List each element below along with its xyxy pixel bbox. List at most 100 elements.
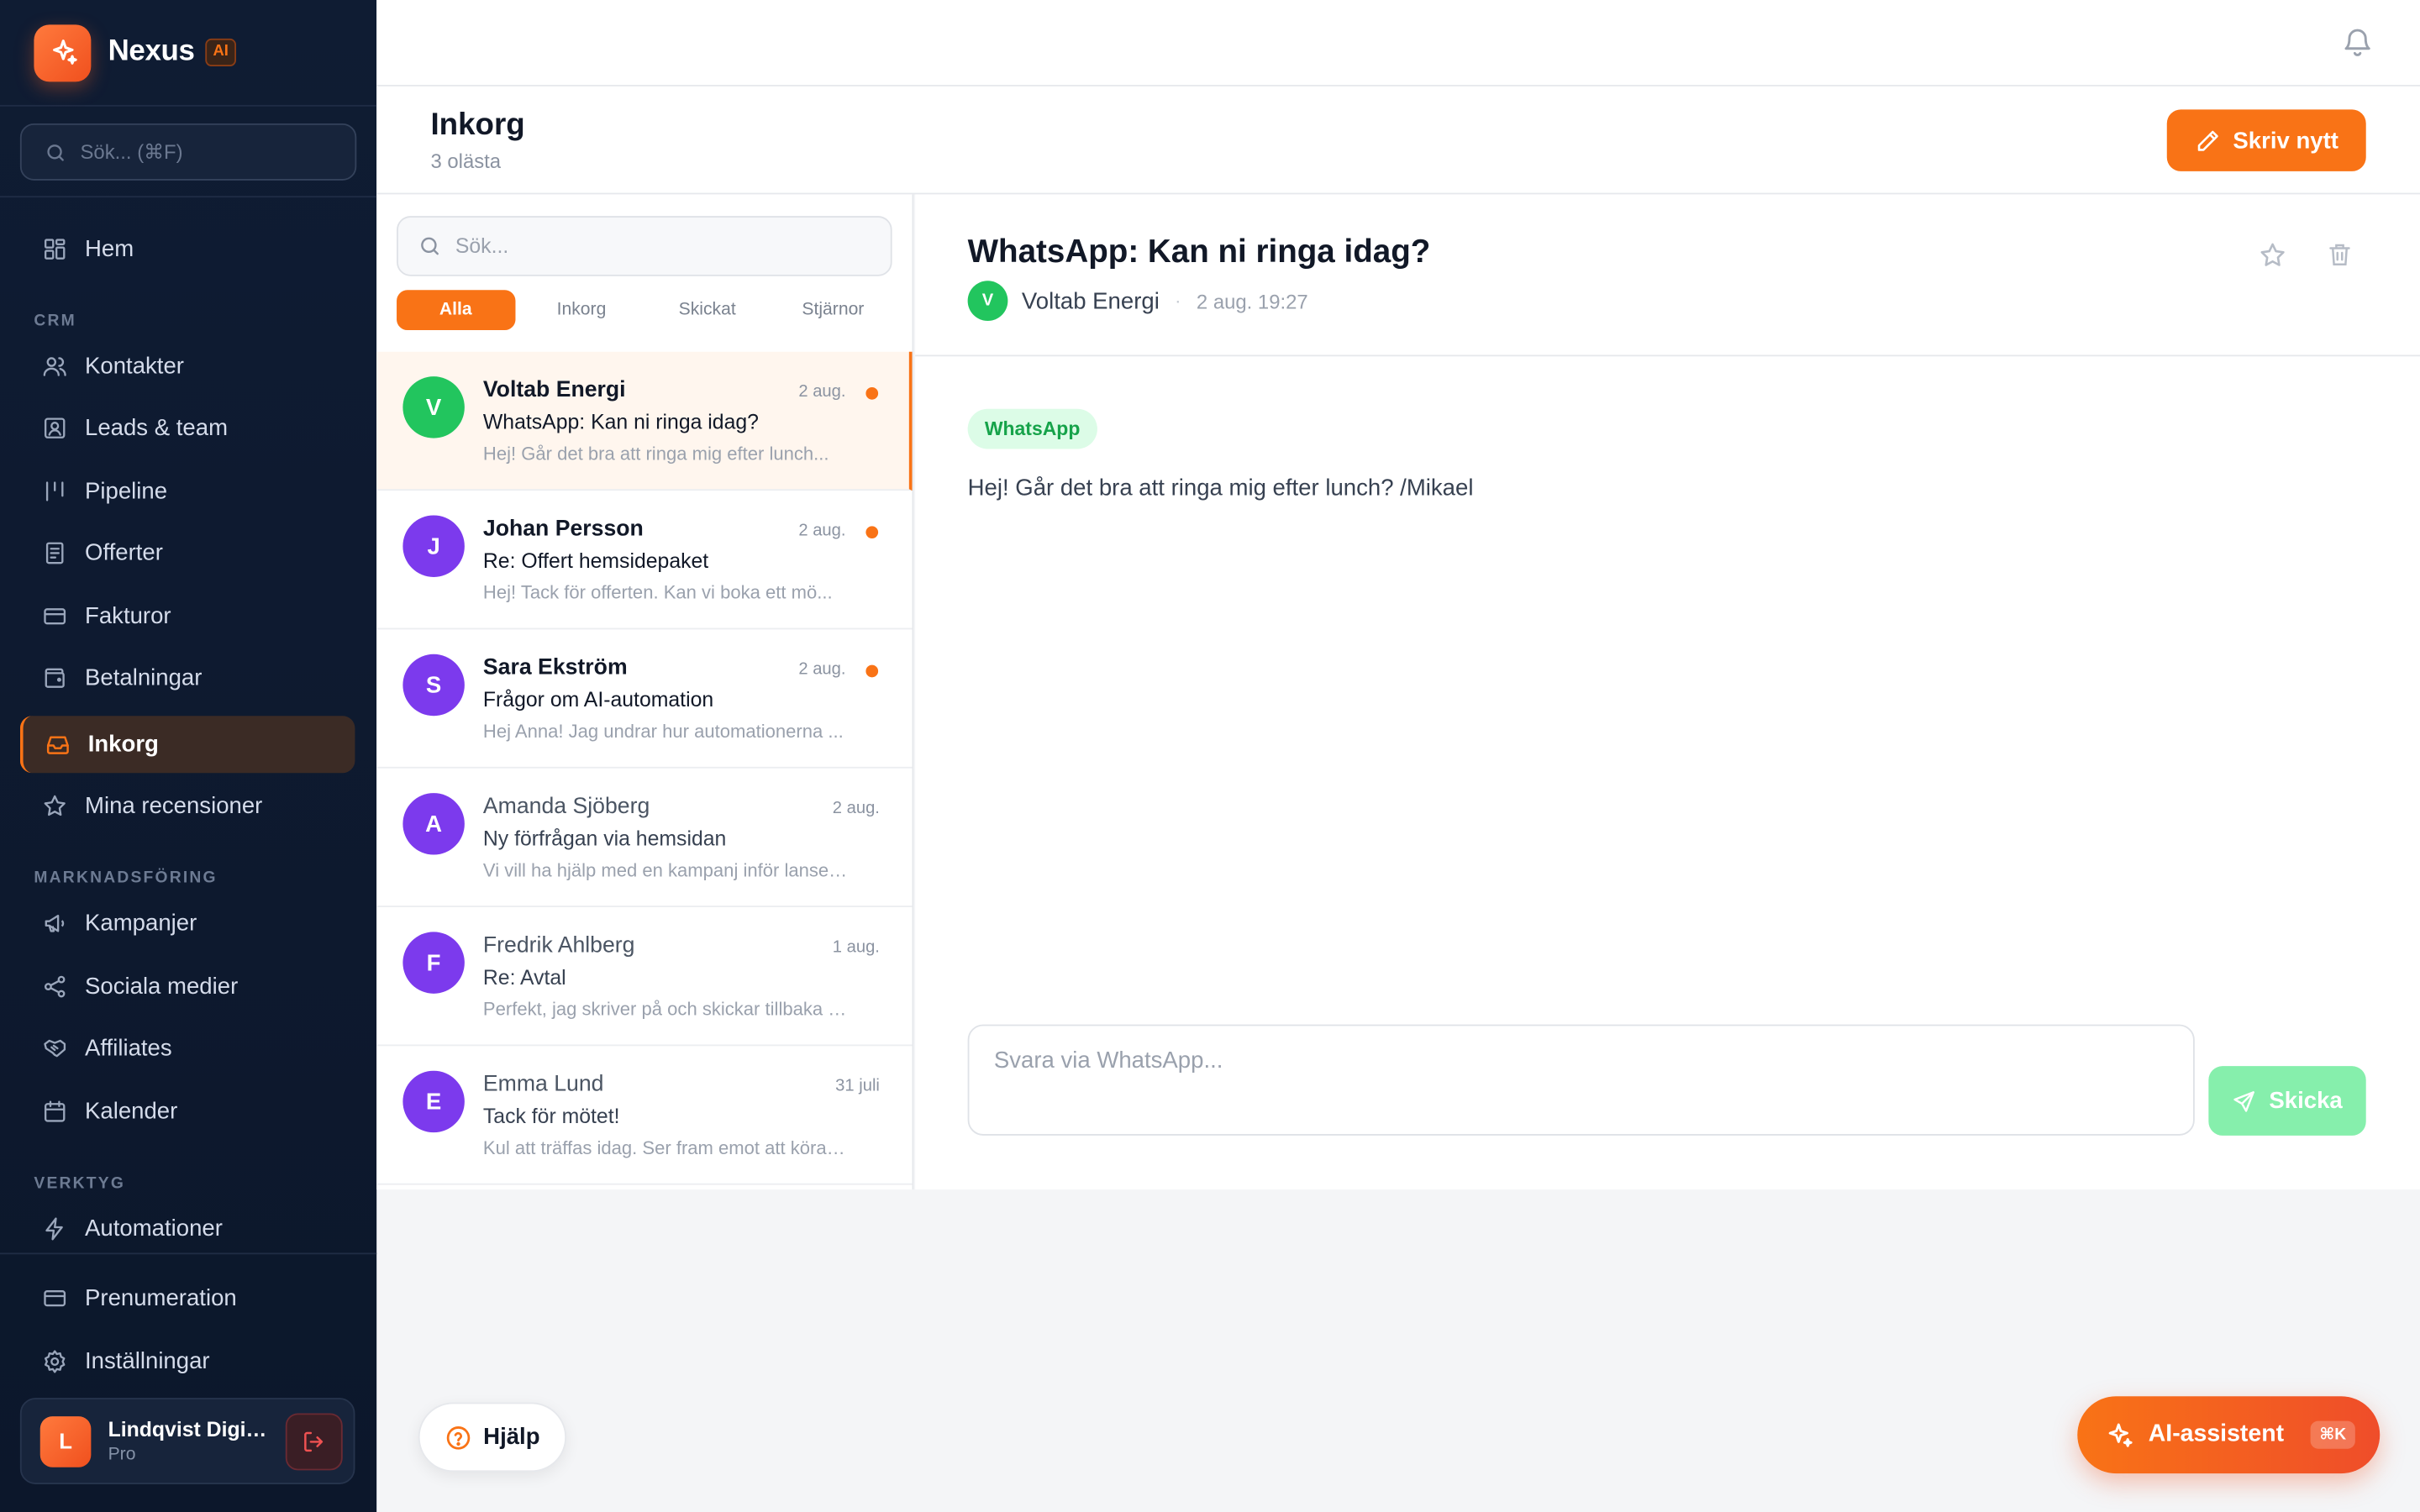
list-item[interactable]: A Amanda Sjöberg 2 aug. Ny förfrågan via…	[376, 769, 913, 907]
star-icon	[40, 792, 68, 820]
reply-input[interactable]	[993, 1047, 2169, 1113]
sidebar-item-label: Fakturor	[85, 603, 171, 630]
message-list: V Voltab Energi 2 aug. WhatsApp: Kan ni …	[376, 351, 913, 1185]
message-subject: Frågor om AI-automation	[482, 688, 714, 711]
ai-assistant-label: AI-assistent	[2148, 1420, 2285, 1447]
detail-sender: Voltab Energi	[1021, 287, 1160, 314]
message-date: 31 juli	[835, 1077, 880, 1096]
help-label: Hjälp	[483, 1424, 540, 1451]
sparkle-icon	[2105, 1420, 2134, 1450]
message-date: 2 aug.	[798, 382, 846, 402]
account-card[interactable]: L Lindqvist Digit... Pro	[19, 1398, 355, 1484]
send-button[interactable]: Skicka	[2208, 1066, 2366, 1136]
sidebar-item-label: Kontakter	[85, 353, 184, 380]
message-sender: Johan Persson	[482, 517, 644, 542]
message-preview: Kul att träffas idag. Ser fram emot att …	[482, 1137, 848, 1159]
list-item[interactable]: V Voltab Energi 2 aug. WhatsApp: Kan ni …	[376, 351, 913, 491]
lightning-icon	[40, 1215, 68, 1242]
sidebar-item-leads[interactable]: Leads & team	[20, 400, 355, 457]
filter-tabs: Alla Inkorg Skickat Stjärnor	[397, 290, 892, 331]
send-icon	[2232, 1089, 2256, 1113]
list-item[interactable]: E Emma Lund 31 juli Tack för mötet! Kul …	[376, 1046, 913, 1185]
meta-separator: ·	[1175, 290, 1181, 312]
message-detail: WhatsApp: Kan ni ringa idag? V Voltab En…	[915, 194, 2420, 1190]
detail-header: WhatsApp: Kan ni ringa idag? V Voltab En…	[915, 194, 2420, 357]
sidebar-item-automationer[interactable]: Automationer	[20, 1200, 355, 1257]
message-body: Hej! Går det bra att ringa mig efter lun…	[967, 475, 1474, 501]
tab-stjarnor[interactable]: Stjärnor	[774, 290, 892, 330]
sidebar-item-offerter[interactable]: Offerter	[20, 524, 355, 581]
message-subject: WhatsApp: Kan ni ringa idag?	[482, 410, 759, 434]
users-icon	[40, 353, 68, 381]
list-item[interactable]: S Sara Ekström 2 aug. Frågor om AI-autom…	[376, 629, 913, 769]
list-item[interactable]: F Fredrik Ahlberg 1 aug. Re: Avtal Perfe…	[376, 907, 913, 1047]
message-sender: Fredrik Ahlberg	[482, 933, 635, 958]
contact-card-icon	[40, 414, 68, 442]
detail-meta: V Voltab Energi · 2 aug. 19:27	[967, 281, 1308, 322]
sidebar-item-pipeline[interactable]: Pipeline	[20, 463, 355, 520]
message-date: 2 aug.	[798, 660, 846, 680]
list-item[interactable]: J Johan Persson 2 aug. Re: Offert hemsid…	[376, 491, 913, 630]
detail-date: 2 aug. 19:27	[1196, 289, 1308, 312]
gear-icon	[40, 1347, 68, 1375]
tab-skickat[interactable]: Skickat	[648, 290, 766, 330]
avatar: L	[39, 1415, 92, 1467]
sidebar-item-installningar[interactable]: Inställningar	[20, 1333, 355, 1390]
send-label: Skicka	[2269, 1087, 2343, 1115]
message-preview: Vi vill ha hjälp med en kampanj inför la…	[482, 859, 848, 881]
logout-button[interactable]	[285, 1412, 343, 1470]
sidebar-item-hem[interactable]: Hem	[20, 221, 355, 278]
sidebar-item-kampanjer[interactable]: Kampanjer	[20, 895, 355, 952]
calendar-icon	[40, 1098, 68, 1126]
message-sender: Voltab Energi	[482, 378, 626, 403]
ai-assistant-button[interactable]: AI-assistent ⌘K	[2077, 1396, 2381, 1474]
message-date: 2 aug.	[798, 521, 846, 540]
bell-icon[interactable]	[2341, 26, 2374, 59]
message-preview: Hej Anna! Jag undrar hur automationerna …	[482, 720, 844, 743]
sidebar-search[interactable]	[19, 123, 357, 181]
sidebar-item-label: Mina recensioner	[85, 793, 263, 820]
tab-alla[interactable]: Alla	[397, 290, 515, 331]
sidebar-item-prenumeration[interactable]: Prenumeration	[20, 1270, 355, 1327]
compose-button[interactable]: Skriv nytt	[2166, 109, 2366, 171]
brand[interactable]: Nexus AI	[0, 0, 377, 107]
avatar: S	[402, 654, 465, 717]
unread-dot	[865, 387, 879, 400]
pipeline-icon	[40, 477, 68, 505]
message-preview: Perfekt, jag skriver på och skickar till…	[482, 998, 848, 1021]
top-bar	[376, 0, 2420, 87]
star-icon[interactable]	[2258, 241, 2287, 270]
message-preview: Hej! Tack för offerten. Kan vi boka ett …	[482, 581, 833, 604]
channel-badge: WhatsApp	[967, 408, 1097, 449]
tab-inkorg[interactable]: Inkorg	[523, 290, 641, 330]
page-title: Inkorg	[430, 108, 525, 142]
section-tools: VERKTYG	[34, 1173, 126, 1193]
logout-icon	[301, 1428, 327, 1454]
sidebar-search-input[interactable]	[80, 140, 313, 164]
sidebar-item-kalender[interactable]: Kalender	[20, 1083, 355, 1140]
unread-dot	[865, 526, 879, 539]
reply-box[interactable]	[967, 1024, 2195, 1136]
sidebar-item-label: Prenumeration	[85, 1285, 237, 1312]
sidebar-item-recensioner[interactable]: Mina recensioner	[20, 778, 355, 835]
sidebar-item-label: Kalender	[85, 1098, 178, 1125]
message-search-input[interactable]	[455, 234, 857, 258]
sidebar-item-inkorg[interactable]: Inkorg	[19, 716, 355, 774]
sidebar-item-fakturor[interactable]: Fakturor	[20, 588, 355, 645]
message-search[interactable]	[397, 216, 892, 276]
trash-icon[interactable]	[2326, 241, 2354, 269]
sidebar-item-affiliates[interactable]: Affiliates	[20, 1020, 355, 1077]
sidebar-item-sociala[interactable]: Sociala medier	[20, 958, 355, 1016]
section-marketing: MARKNADSFÖRING	[34, 869, 218, 888]
account-text: Lindqvist Digit... Pro	[108, 1418, 269, 1464]
help-button[interactable]: Hjälp	[418, 1402, 567, 1473]
unread-dot	[865, 664, 879, 678]
page-header: Inkorg 3 olästa Skriv nytt	[376, 86, 2420, 195]
account-name: Lindqvist Digit...	[108, 1417, 269, 1441]
message-subject: Ny förfrågan via hemsidan	[482, 827, 727, 851]
sidebar-item-kontakter[interactable]: Kontakter	[20, 338, 355, 395]
message-sender: Amanda Sjöberg	[482, 794, 650, 820]
message-subject: Tack för mötet!	[482, 1105, 620, 1128]
sidebar-item-betalningar[interactable]: Betalningar	[20, 649, 355, 706]
ai-badge: AI	[205, 38, 237, 66]
